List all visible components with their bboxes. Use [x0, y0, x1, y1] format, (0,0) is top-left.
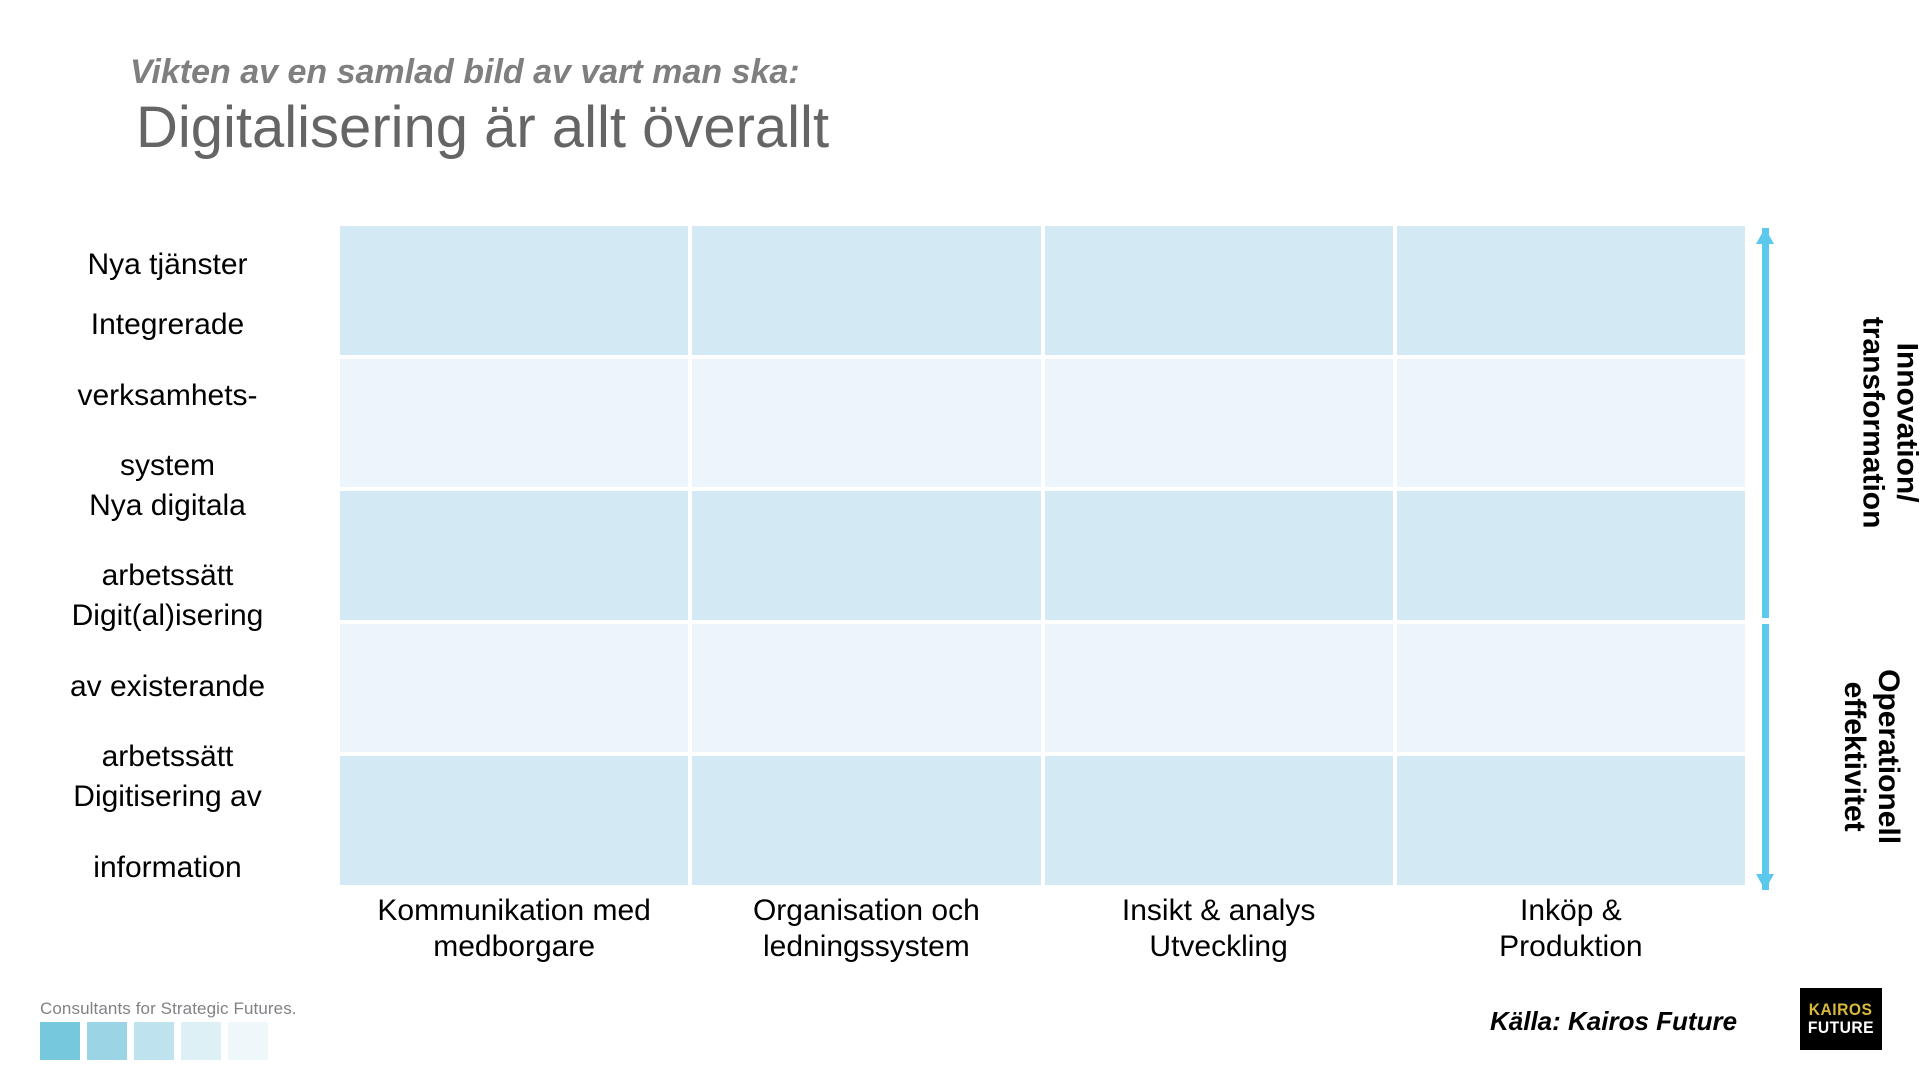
column-label-line: Utveckling: [1149, 930, 1288, 963]
axis-innovation-transformation: Innovation/ transformation: [1756, 228, 1920, 618]
row-label-column: Nya tjänster Integrerade verksamhets- sy…: [20, 226, 325, 885]
logo-line-kairos: KAIROS: [1809, 1000, 1873, 1020]
axis-line: [1762, 228, 1769, 618]
column-label-kommunikation-med-medborgare: Kommunikation med medborgare: [340, 893, 688, 965]
matrix-row: [340, 623, 1745, 753]
matrix-cell[interactable]: [692, 358, 1041, 488]
row-label-line: arbetssätt: [101, 740, 234, 774]
column-label-line: Insikt & analys: [1121, 894, 1316, 927]
column-label-line: medborgare: [433, 930, 595, 963]
column-label-line: Inköp &: [1520, 894, 1622, 927]
column-label-row: Kommunikation med medborgare Organisatio…: [340, 893, 1745, 965]
row-label-digitalisering-av-existerande-arbetssatt: Digit(al)isering av existerande arbetssä…: [20, 598, 325, 775]
row-label-line: verksamhets-: [77, 378, 258, 412]
axis-label-wrapper: Innovation/ transformation: [1784, 228, 1920, 618]
axis-label-line: transformation: [1856, 317, 1890, 529]
matrix-cell[interactable]: [340, 226, 689, 355]
axis-label-line: effektivitet: [1838, 681, 1872, 833]
axis-line: [1762, 624, 1769, 890]
column-label-insikt-analys-utveckling: Insikt & analys Utveckling: [1045, 893, 1393, 965]
matrix-cell[interactable]: [1396, 623, 1745, 753]
matrix-cell[interactable]: [340, 623, 689, 753]
matrix-cell[interactable]: [1396, 358, 1745, 488]
matrix-cell[interactable]: [340, 756, 689, 885]
matrix-row: [340, 756, 1745, 885]
brand-swatch: [181, 1022, 221, 1060]
brand-swatch: [40, 1022, 80, 1060]
axis-label-innovation: Innovation/ transformation: [1856, 317, 1920, 529]
matrix-cell[interactable]: [1044, 226, 1393, 355]
row-label-line: Digitisering av: [73, 779, 262, 813]
axis-label-wrapper: Operationell effektivitet: [1784, 624, 1920, 890]
source-note: Källa: Kairos Future: [1490, 1006, 1738, 1036]
row-label-line: system: [119, 449, 215, 483]
axis-label-line: Innovation/: [1890, 343, 1920, 503]
brand-swatches: [40, 1022, 268, 1060]
brand-swatch: [134, 1022, 174, 1060]
matrix-cell[interactable]: [1396, 226, 1745, 355]
matrix-cell[interactable]: [692, 491, 1041, 620]
title-block: Vikten av en samlad bild av vart man ska…: [130, 52, 1430, 160]
row-label-line: Digit(al)isering: [71, 598, 264, 632]
slide-kicker: Vikten av en samlad bild av vart man ska…: [130, 53, 800, 91]
brand-swatch: [87, 1022, 127, 1060]
matrix-cell[interactable]: [692, 623, 1041, 753]
axis-label-operationell: Operationell effektivitet: [1838, 669, 1906, 845]
row-label-digitisering-av-information: Digitisering av information: [20, 779, 325, 885]
matrix-cell[interactable]: [692, 226, 1041, 355]
matrix-cell[interactable]: [1044, 358, 1393, 488]
matrix-cell[interactable]: [340, 491, 689, 620]
row-label-nya-digitala-arbetssatt: Nya digitala arbetssätt: [20, 488, 325, 594]
page-title: Digitalisering är allt överallt: [136, 95, 830, 161]
matrix-row: [340, 491, 1745, 620]
footer-tagline: Consultants for Strategic Futures.: [40, 999, 297, 1018]
matrix-cell[interactable]: [692, 756, 1041, 885]
matrix-cell[interactable]: [1396, 491, 1745, 620]
arrow-up-icon: [1756, 228, 1774, 244]
column-label-line: Kommunikation med: [377, 894, 651, 927]
row-label-integrerade-verksamhetssystem: Integrerade verksamhets- system: [20, 307, 325, 484]
logo-line-future: FUTURE: [1807, 1018, 1875, 1037]
row-label-line: information: [93, 850, 242, 884]
matrix-cell[interactable]: [1044, 756, 1393, 885]
row-label-line: Nya digitala: [89, 488, 246, 522]
row-label-line: arbetssätt: [101, 559, 234, 593]
brand-swatch: [228, 1022, 268, 1060]
column-label-organisation-och-ledningssystem: Organisation och ledningssystem: [692, 893, 1040, 965]
column-label-inkop-produktion: Inköp & Produktion: [1397, 893, 1745, 965]
row-label-line: Integrerade: [90, 307, 245, 341]
row-label-line: av existerande: [69, 669, 266, 703]
matrix-cell[interactable]: [340, 358, 689, 488]
matrix-grid: [340, 226, 1745, 885]
matrix-row: [340, 358, 1745, 488]
axis-label-line: Operationell: [1872, 669, 1906, 845]
arrow-down-icon: [1756, 874, 1774, 890]
axis-operationell-effektivitet: Operationell effektivitet: [1756, 624, 1905, 890]
row-label-line: Nya tjänster: [87, 247, 248, 281]
matrix-cell[interactable]: [1396, 756, 1745, 885]
column-label-line: Produktion: [1499, 930, 1643, 963]
column-label-line: ledningssystem: [762, 930, 970, 963]
matrix-row: [340, 226, 1745, 355]
row-label-nya-tjanster: Nya tjänster: [20, 226, 325, 303]
column-label-line: Organisation och: [752, 894, 980, 927]
kairos-future-logo: KAIROS FUTURE: [1800, 988, 1882, 1050]
matrix-cell[interactable]: [1044, 623, 1393, 753]
matrix-cell[interactable]: [1044, 491, 1393, 620]
